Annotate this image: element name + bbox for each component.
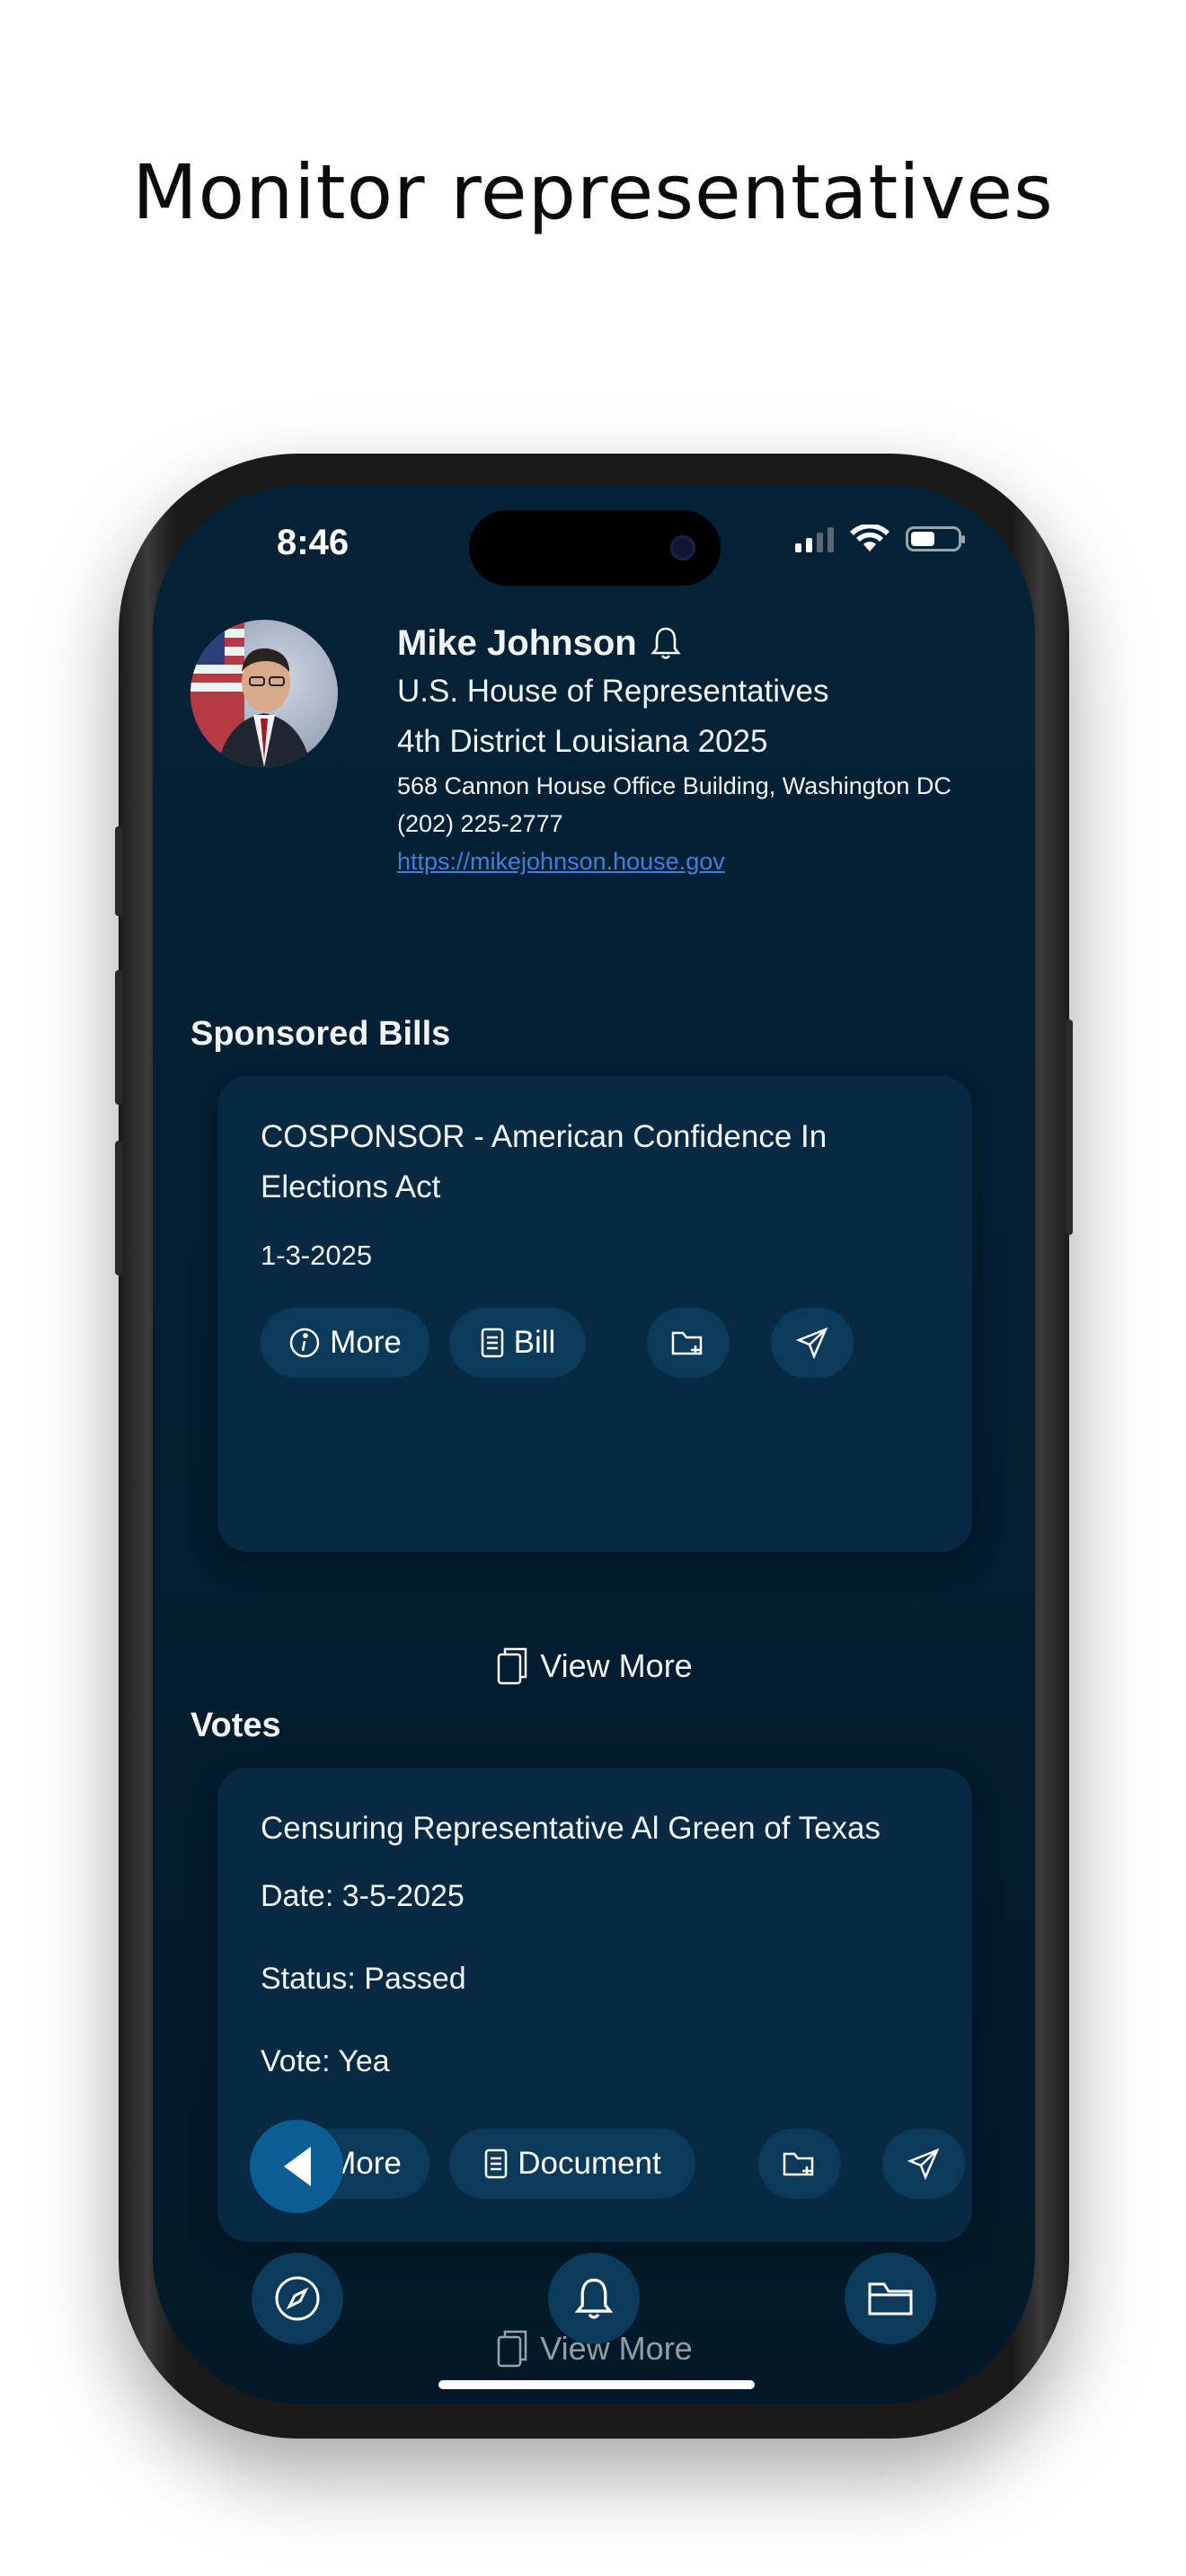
vote-status: Status: Passed (261, 1962, 466, 1996)
camera-icon (670, 535, 695, 560)
signal-icon (795, 525, 834, 552)
nav-alerts-button[interactable] (548, 2253, 640, 2344)
hero-title: Monitor representatives (132, 148, 1054, 236)
bills-view-more-label: View More (540, 1647, 693, 1684)
battery-icon (906, 526, 965, 551)
home-indicator[interactable] (438, 2380, 755, 2389)
vote-document-button[interactable]: Document (449, 2129, 695, 2199)
info-icon (289, 1328, 320, 1358)
compass-icon (275, 2276, 320, 2321)
dynamic-island (469, 510, 721, 586)
phone-number[interactable]: (202) 225-2777 (397, 805, 1017, 842)
bill-card[interactable]: COSPONSOR - American Confidence In Elect… (217, 1076, 972, 1552)
nav-explore-button[interactable] (252, 2253, 343, 2344)
website-link[interactable]: https://mikejohnson.house.gov (397, 842, 1017, 880)
send-icon (907, 2148, 940, 2180)
status-time: 8:46 (277, 523, 350, 562)
bell-icon (574, 2278, 614, 2319)
representative-name: Mike Johnson (397, 623, 637, 663)
volume-down-button (115, 1141, 122, 1275)
bill-document-label: Bill (513, 1325, 556, 1360)
vote-share-button[interactable] (882, 2129, 965, 2199)
bill-more-button[interactable]: More (261, 1308, 429, 1378)
sponsored-bills-heading: Sponsored Bills (190, 1015, 451, 1053)
vote-date: Date: 3-5-2025 (261, 1879, 465, 1913)
document-icon (484, 2148, 508, 2179)
votes-heading: Votes (190, 1707, 281, 1744)
district: 4th District Louisiana 2025 (397, 724, 768, 759)
back-button[interactable] (250, 2120, 343, 2213)
volume-up-button (115, 970, 122, 1105)
folder-icon (868, 2282, 913, 2316)
bell-icon[interactable] (650, 625, 682, 661)
representative-profile: Mike Johnson U.S. House of Representativ… (397, 620, 1017, 880)
bill-share-button[interactable] (771, 1308, 854, 1378)
triangle-left-icon (284, 2147, 311, 2186)
avatar (190, 620, 338, 767)
action-button (115, 826, 122, 916)
power-button (1066, 1019, 1073, 1235)
bills-view-more-button[interactable]: View More (153, 1645, 1035, 1687)
bill-document-button[interactable]: Bill (449, 1308, 586, 1378)
vote-save-button[interactable] (758, 2129, 841, 2199)
app-screen: 8:46 Mike Johnson U.S. House of Represen… (153, 485, 1035, 2404)
wifi-icon (850, 525, 890, 551)
copy-icon (498, 2330, 527, 2368)
send-icon (796, 1327, 828, 1359)
folder-add-icon (671, 1331, 703, 1355)
vote-result: Vote: Yea (261, 2044, 390, 2078)
nav-saved-button[interactable] (845, 2253, 936, 2344)
bill-more-label: More (330, 1325, 402, 1360)
document-icon (481, 1328, 503, 1358)
status-icons (795, 525, 965, 553)
office-address: 568 Cannon House Office Building, Washin… (397, 772, 951, 799)
vote-title: Censuring Representative Al Green of Tex… (261, 1811, 881, 1846)
chamber: U.S. House of Representatives (397, 674, 829, 709)
vote-document-label: Document (518, 2146, 661, 2181)
copy-icon (498, 1647, 527, 1685)
folder-add-icon (783, 2152, 814, 2176)
bill-title: COSPONSOR - American Confidence In Elect… (261, 1119, 828, 1204)
bill-date: 1-3-2025 (261, 1239, 373, 1271)
bill-save-button[interactable] (647, 1308, 730, 1378)
